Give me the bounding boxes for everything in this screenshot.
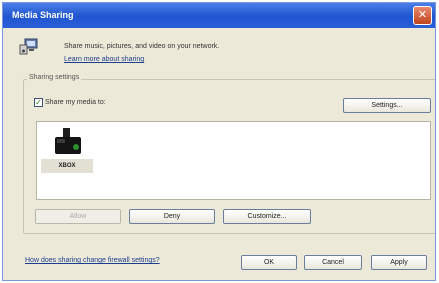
media-sharing-dialog: Media Sharing ✕ Share music, pictures, a…: [2, 2, 436, 281]
window-title: Media Sharing: [12, 10, 74, 20]
cancel-button[interactable]: Cancel: [304, 255, 362, 270]
title-bar[interactable]: Media Sharing ✕: [3, 3, 435, 28]
share-media-checkbox[interactable]: ✓: [34, 98, 43, 107]
close-icon: ✕: [417, 9, 428, 21]
media-sharing-icon: [19, 38, 38, 55]
settings-button[interactable]: Settings...: [343, 98, 431, 113]
learn-more-link[interactable]: Learn more about sharing: [64, 56, 144, 63]
firewall-settings-link[interactable]: How does sharing change firewall setting…: [25, 257, 160, 264]
close-button[interactable]: ✕: [413, 6, 432, 25]
device-list[interactable]: XBOX: [36, 121, 431, 200]
ok-button[interactable]: OK: [241, 255, 297, 270]
checkmark-icon: ✓: [35, 98, 42, 107]
sharing-settings-label: Sharing settings: [27, 74, 82, 81]
device-name: XBOX: [58, 163, 76, 169]
deny-button[interactable]: Deny: [129, 209, 215, 224]
allow-button[interactable]: Allow: [35, 209, 121, 224]
intro-text: Share music, pictures, and video on your…: [64, 43, 220, 50]
device-tile-xbox[interactable]: XBOX: [41, 126, 93, 174]
customize-button[interactable]: Customize...: [223, 209, 311, 224]
apply-button[interactable]: Apply: [371, 255, 427, 270]
media-device-icon: [55, 128, 81, 154]
share-media-label: Share my media to:: [45, 99, 106, 106]
